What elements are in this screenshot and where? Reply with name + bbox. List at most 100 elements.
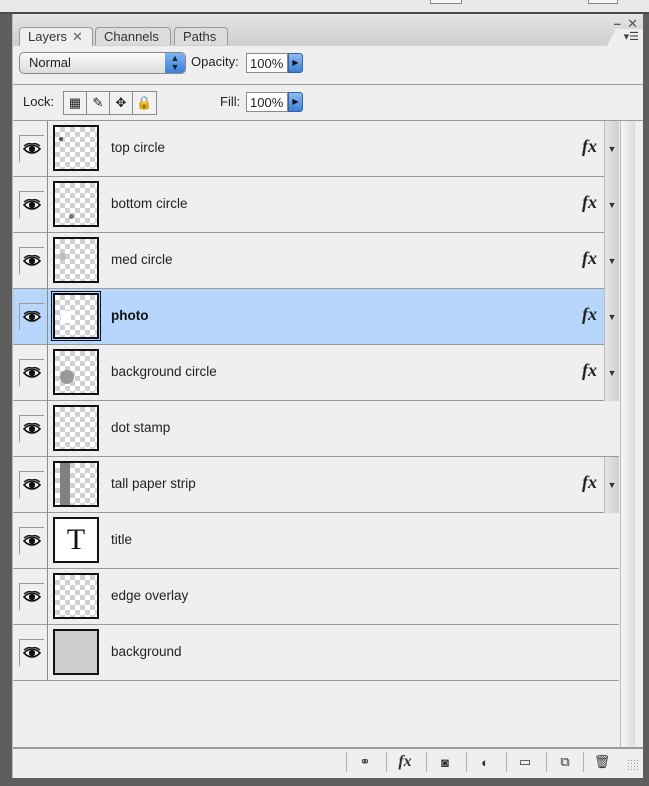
layer-thumbnail [53, 349, 99, 395]
opacity-label: Opacity: [191, 54, 239, 69]
expand-effects-arrow-icon[interactable]: ▼ [604, 289, 619, 345]
divider [47, 401, 48, 457]
layer-row[interactable]: tall paper strip fx ▼ [13, 457, 619, 513]
lock-transparent-pixels-icon[interactable]: ▦ [64, 92, 87, 114]
link-layers-icon[interactable]: ⚭ [346, 752, 383, 772]
visibility-eye-icon[interactable] [19, 639, 44, 666]
layer-name[interactable]: title [111, 532, 132, 547]
layer-thumbnail [53, 237, 99, 283]
layer-thumbnail [51, 291, 101, 341]
expand-effects-arrow-icon[interactable]: ▼ [604, 177, 619, 233]
resize-grip-icon[interactable] [627, 759, 639, 771]
fx-icon[interactable]: fx [582, 472, 597, 493]
layer-thumbnail [53, 405, 99, 451]
layer-thumbnail [53, 125, 99, 171]
new-adjustment-layer-icon[interactable]: ◐ [466, 752, 503, 772]
divider [47, 233, 48, 289]
divider [47, 457, 48, 513]
divider [13, 84, 643, 85]
tab-channels-label: Channels [104, 29, 159, 44]
layer-row[interactable]: background [13, 625, 619, 681]
delete-layer-icon[interactable]: 🗑 [583, 752, 620, 772]
expand-effects-arrow-icon[interactable]: ▼ [604, 345, 619, 401]
fx-icon[interactable]: fx [582, 136, 597, 157]
tab-paths[interactable]: Paths [174, 27, 228, 45]
layer-thumbnail [53, 629, 99, 675]
layer-row[interactable]: med circle fx ▼ [13, 233, 619, 289]
new-group-icon[interactable]: ▭ [506, 752, 543, 772]
panel-menu-icon[interactable]: ▾☰ [624, 30, 639, 43]
layer-thumbnail [53, 573, 99, 619]
divider [47, 625, 48, 681]
layer-row[interactable]: Ttitle [13, 513, 619, 569]
lock-all-icon[interactable]: 🔒 [133, 92, 156, 114]
layer-row[interactable]: top circle fx ▼ [13, 121, 619, 177]
layer-row[interactable]: edge overlay [13, 569, 619, 625]
layer-name[interactable]: background [111, 644, 182, 659]
layer-row[interactable]: bottom circle fx ▼ [13, 177, 619, 233]
tab-channels[interactable]: Channels [95, 27, 171, 45]
layer-name[interactable]: top circle [111, 140, 165, 155]
layer-row[interactable]: photo fx ▼ [13, 289, 619, 345]
add-layer-mask-icon[interactable]: ◙ [426, 752, 463, 772]
layer-name[interactable]: photo [111, 308, 148, 323]
visibility-eye-icon[interactable] [19, 135, 44, 162]
fx-icon[interactable]: fx [582, 248, 597, 269]
visibility-eye-icon[interactable] [19, 303, 44, 330]
layer-row[interactable]: background circle fx ▼ [13, 345, 619, 401]
bottom-toolbar: ⚭ fx ◙ ◐ ▭ ⧉ 🗑 [13, 747, 643, 775]
top-field-1 [430, 0, 462, 4]
layer-name[interactable]: edge overlay [111, 588, 188, 603]
tab-layers-label: Layers [28, 29, 68, 44]
opacity-input[interactable]: 100% [246, 53, 288, 73]
layer-name[interactable]: background circle [111, 364, 217, 379]
new-layer-icon[interactable]: ⧉ [546, 752, 583, 772]
expand-effects-arrow-icon[interactable]: ▼ [604, 233, 619, 289]
fx-icon[interactable]: fx [582, 360, 597, 381]
blend-mode-value: Normal [29, 55, 71, 70]
divider [47, 345, 48, 401]
tab-layers[interactable]: Layers ✕ [19, 27, 93, 46]
fill-label: Fill: [220, 94, 241, 109]
visibility-eye-icon[interactable] [19, 415, 44, 442]
updown-arrows-icon: ▲ ▼ [165, 53, 185, 73]
divider [47, 289, 48, 345]
blend-opacity-row: Normal ▲ ▼ Opacity: 100% ▶ [13, 46, 643, 84]
divider [47, 513, 48, 569]
minimize-icon[interactable]: – [614, 16, 621, 31]
fx-icon[interactable]: fx [582, 304, 597, 325]
divider [47, 177, 48, 233]
lock-image-pixels-icon[interactable]: ✎ [87, 92, 110, 114]
window-top-strip [0, 0, 649, 14]
close-tab-icon[interactable]: ✕ [72, 29, 83, 44]
divider [47, 569, 48, 625]
layer-name[interactable]: dot stamp [111, 420, 170, 435]
fill-input[interactable]: 100% [246, 92, 288, 112]
visibility-eye-icon[interactable] [19, 359, 44, 386]
layer-name[interactable]: tall paper strip [111, 476, 196, 491]
tab-paths-label: Paths [183, 29, 217, 44]
layer-name[interactable]: med circle [111, 252, 173, 267]
visibility-eye-icon[interactable] [19, 527, 44, 554]
layer-thumbnail [53, 461, 99, 507]
opacity-slider-button[interactable]: ▶ [288, 53, 303, 73]
visibility-eye-icon[interactable] [19, 583, 44, 610]
lock-label: Lock: [23, 94, 55, 109]
layer-row[interactable]: dot stamp [13, 401, 619, 457]
layer-name[interactable]: bottom circle [111, 196, 188, 211]
panel-tab-bar: Layers ✕ Channels Paths – ✕ ▾☰ [13, 14, 643, 46]
expand-effects-arrow-icon[interactable]: ▼ [604, 121, 619, 177]
visibility-eye-icon[interactable] [19, 247, 44, 274]
lock-position-icon[interactable]: ✥ [110, 92, 133, 114]
scrollbar[interactable] [620, 121, 635, 751]
add-layer-style-icon[interactable]: fx [386, 752, 423, 772]
fx-icon[interactable]: fx [582, 192, 597, 213]
layer-thumbnail: T [53, 517, 99, 563]
lock-buttons: ▦ ✎ ✥ 🔒 [63, 91, 157, 115]
blend-mode-select[interactable]: Normal ▲ ▼ [19, 52, 186, 74]
visibility-eye-icon[interactable] [19, 191, 44, 218]
divider [47, 121, 48, 177]
expand-effects-arrow-icon[interactable]: ▼ [604, 457, 619, 513]
fill-slider-button[interactable]: ▶ [288, 92, 303, 112]
visibility-eye-icon[interactable] [19, 471, 44, 498]
